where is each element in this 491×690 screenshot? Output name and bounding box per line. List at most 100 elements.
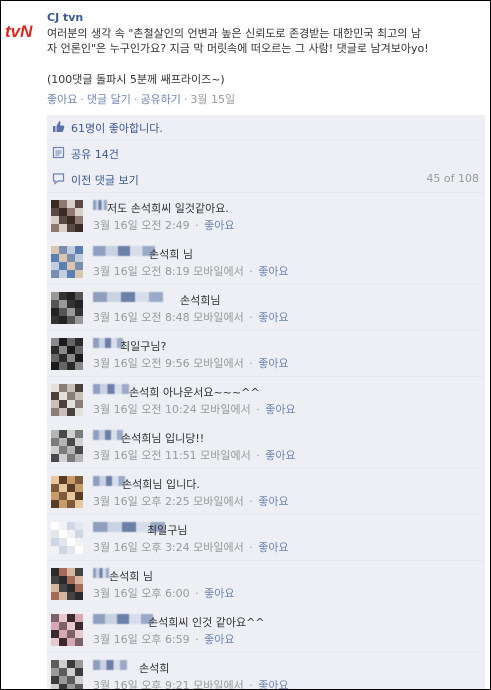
commenter-avatar[interactable] (51, 200, 83, 232)
comment-text: 손석희 님 (149, 248, 193, 261)
comment-item: 손석희씨 인것 같아요^^ 3월 16일 오후 6:59 · 좋아요 (47, 607, 485, 653)
tvn-logo[interactable]: tvN (5, 15, 39, 47)
post-date[interactable]: 3월 15일 (190, 93, 235, 106)
comment-timestamp[interactable]: 3월 16일 오전 9:56 (93, 357, 190, 370)
comment-timestamp[interactable]: 3월 16일 오후 6:00 (93, 587, 190, 600)
comment-text: 손석희 (139, 662, 170, 675)
comment-item: 최일구님? 3월 16일 오전 9:56 모바일에서 · 좋아요 (47, 331, 485, 377)
post-like-link[interactable]: 좋아요 (47, 93, 77, 106)
commenter-name-link[interactable] (93, 568, 109, 580)
comment-source: 모바일에서 (193, 541, 244, 554)
comment-meta: 3월 16일 오후 6:00 · 좋아요 (93, 585, 235, 601)
comment-timestamp[interactable]: 3월 16일 오전 11:51 (93, 449, 197, 462)
commenter-avatar[interactable] (51, 660, 83, 689)
comment-item: 손석희 아나운서요~~~^^ 3월 16일 오전 10:24 모바일에서 · 좋아… (47, 377, 485, 423)
likes-bar: 61명이 좋아합니다. (47, 115, 485, 141)
comment-text: 손석희님 (180, 294, 221, 307)
commenter-avatar[interactable] (51, 338, 83, 370)
comment-item: 손석희님 입니다. 3월 16일 오후 2:25 모바일에서 · 좋아요 (47, 469, 485, 515)
commenter-name-link[interactable] (93, 614, 153, 626)
page-name-link[interactable]: CJ tvn (47, 11, 83, 24)
comment-like-link[interactable]: 좋아요 (258, 311, 288, 324)
comment-item: 손석희님 입니당!! 3월 16일 오전 11:51 모바일에서 · 좋아요 (47, 423, 485, 469)
commenter-name-link[interactable] (93, 246, 155, 258)
shares-count-link[interactable]: 공유 14건 (71, 146, 119, 162)
post-share-link[interactable]: 공유하기 (140, 93, 180, 106)
comment-meta: 3월 16일 오전 9:56 모바일에서 · 좋아요 (93, 355, 289, 371)
meta-separator: · (245, 679, 257, 690)
comment-source: 모바일에서 (193, 311, 244, 324)
comment-like-link[interactable]: 좋아요 (265, 449, 295, 462)
pixelated-name (93, 246, 155, 256)
comment-text: 손석희님 입니다. (122, 478, 200, 491)
meta-separator: · (245, 357, 257, 370)
comment-meta: 3월 16일 오전 8:48 모바일에서 · 좋아요 (93, 309, 289, 325)
post-actions: 좋아요 · 댓글 달기 · 공유하기 · 3월 15일 (47, 93, 236, 106)
shares-bar: 공유 14건 (47, 141, 485, 167)
pixelated-name (93, 660, 127, 670)
commenter-name-link[interactable] (93, 292, 163, 304)
comment-item: 손석희 님 3월 16일 오전 8:19 모바일에서 · 좋아요 (47, 239, 485, 285)
comment-item: 최일구님 3월 16일 오후 3:24 모바일에서 · 좋아요 (47, 515, 485, 561)
comment-text: 저도 손석희씨 일것같아요. (107, 202, 229, 215)
comment-text: 최일구님? (120, 340, 167, 353)
meta-separator: · (245, 311, 257, 324)
commenter-name-link[interactable] (93, 338, 123, 350)
commenter-name-link[interactable] (93, 476, 125, 488)
comment-item: 손석희 3월 16일 오후 9:21 모바일에서 · 좋아요 (47, 653, 485, 690)
comment-source: 모바일에서 (200, 403, 251, 416)
comment-like-link[interactable]: 좋아요 (204, 219, 234, 232)
comment-timestamp[interactable]: 3월 16일 오전 2:49 (93, 219, 190, 232)
view-previous-comments-link[interactable]: 이전 댓글 보기 (71, 172, 139, 188)
pixelated-name (93, 614, 153, 624)
comment-meta: 3월 16일 오전 10:24 모바일에서 · 좋아요 (93, 401, 296, 417)
comment-meta: 3월 16일 오후 6:59 · 좋아요 (93, 631, 235, 647)
likes-count-link[interactable]: 61명이 좋아합니다. (71, 120, 163, 136)
comment-like-link[interactable]: 좋아요 (258, 495, 288, 508)
comment-meta: 3월 16일 오후 2:25 모바일에서 · 좋아요 (93, 493, 289, 509)
comment-item: 손석희님 3월 16일 오전 8:48 모바일에서 · 좋아요 (47, 285, 485, 331)
meta-separator: · (252, 403, 264, 416)
comment-like-link[interactable]: 좋아요 (258, 541, 288, 554)
commenter-avatar[interactable] (51, 614, 83, 646)
pixelated-name (93, 568, 109, 578)
pixelated-name (93, 430, 123, 440)
commenter-avatar[interactable] (51, 568, 83, 600)
meta-separator: · (252, 449, 264, 462)
svg-text:tvN: tvN (5, 22, 33, 41)
comments-count: 45 of 108 (426, 172, 479, 185)
comment-meta: 3월 16일 오전 8:19 모바일에서 · 좋아요 (93, 263, 289, 279)
commenter-avatar[interactable] (51, 522, 83, 554)
commenter-avatar[interactable] (51, 292, 83, 324)
commenter-name-link[interactable] (93, 200, 107, 212)
commenter-name-link[interactable] (93, 430, 123, 442)
comment-like-link[interactable]: 좋아요 (258, 265, 288, 278)
commenter-avatar[interactable] (51, 384, 83, 416)
comment-timestamp[interactable]: 3월 16일 오후 6:59 (93, 633, 190, 646)
pixelated-name (93, 476, 125, 486)
comment-timestamp[interactable]: 3월 16일 오후 3:24 (93, 541, 190, 554)
commenter-avatar[interactable] (51, 430, 83, 462)
commenter-name-link[interactable] (93, 384, 129, 396)
comment-like-link[interactable]: 좋아요 (265, 403, 295, 416)
comment-timestamp[interactable]: 3월 16일 오전 8:19 (93, 265, 190, 278)
comment-text: 최일구님 (147, 524, 188, 537)
commenter-avatar[interactable] (51, 476, 83, 508)
comment-bubble-icon (52, 172, 65, 185)
comment-text: 손석희님 입니당!! (121, 432, 205, 445)
comment-source: 모바일에서 (193, 357, 244, 370)
comment-like-link[interactable]: 좋아요 (258, 679, 288, 689)
comment-timestamp[interactable]: 3월 16일 오전 10:24 (93, 403, 197, 416)
comment-timestamp[interactable]: 3월 16일 오후 2:25 (93, 495, 190, 508)
post-comment-link[interactable]: 댓글 달기 (87, 93, 131, 106)
pixelated-name (93, 200, 107, 210)
comment-like-link[interactable]: 좋아요 (204, 587, 234, 600)
comment-source: 모바일에서 (200, 449, 251, 462)
commenter-name-link[interactable] (93, 660, 127, 672)
comment-timestamp[interactable]: 3월 16일 오후 9:21 (93, 679, 190, 689)
comment-like-link[interactable]: 좋아요 (258, 357, 288, 370)
pixelated-name (93, 384, 129, 394)
comment-timestamp[interactable]: 3월 16일 오전 8:48 (93, 311, 190, 324)
comment-like-link[interactable]: 좋아요 (204, 633, 234, 646)
commenter-avatar[interactable] (51, 246, 83, 278)
